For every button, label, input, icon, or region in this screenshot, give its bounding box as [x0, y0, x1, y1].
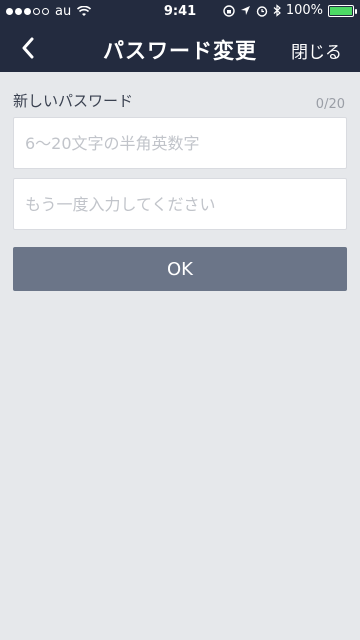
top-bar: au 9:41 100% パスワード変更 閉じる — [0, 0, 360, 72]
bluetooth-icon — [273, 4, 281, 17]
new-password-label: 新しいパスワード — [13, 92, 134, 110]
alarm-icon — [256, 5, 268, 17]
location-arrow-icon — [240, 6, 250, 15]
status-bar: au 9:41 100% — [0, 0, 360, 24]
nav-bar: パスワード変更 閉じる — [0, 24, 360, 72]
character-counter: 0/20 — [315, 97, 345, 112]
close-button[interactable]: 閉じる — [291, 38, 342, 63]
orientation-lock-icon — [223, 4, 235, 17]
battery-icon — [328, 4, 357, 17]
confirm-password-input[interactable] — [13, 178, 347, 230]
ok-button[interactable]: OK — [13, 247, 347, 291]
battery-percent: 100% — [285, 3, 323, 18]
new-password-input[interactable] — [13, 117, 347, 169]
status-right: 100% — [223, 3, 357, 18]
